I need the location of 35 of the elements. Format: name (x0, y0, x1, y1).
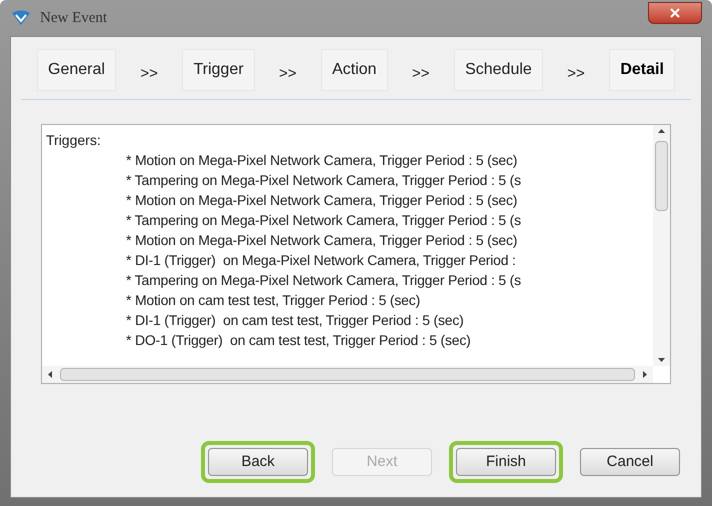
trigger-line: * Tampering on Mega-Pixel Network Camera, Trigger Period : 5 (s (126, 171, 521, 190)
dialog-button[interactable]: Back (208, 448, 308, 476)
app-logo-icon (10, 9, 32, 27)
scroll-right-icon (643, 371, 647, 378)
trigger-line: * Tampering on Mega-Pixel Network Camera, Trigger Period : 5 (s (126, 211, 521, 230)
wizard-step[interactable]: Detail (609, 49, 675, 91)
step-separator: >> (140, 64, 158, 84)
wizard-step[interactable]: General (37, 49, 116, 91)
step-separator: >> (279, 64, 297, 84)
trigger-line: * DI-1 (Trigger) on Mega-Pixel Network Camera, Trigger Period : (126, 251, 516, 270)
scroll-thumb[interactable] (60, 368, 635, 381)
vertical-scrollbar[interactable] (653, 125, 670, 366)
trigger-line: * Motion on Mega-Pixel Network Camera, Trigger Period : 5 (sec) (126, 151, 518, 170)
horizontal-scrollbar[interactable] (42, 366, 653, 383)
trigger-line: * DO-1 (Trigger) on cam test test, Trigger Period : 5 (sec) (126, 331, 471, 350)
step-separator: >> (567, 64, 585, 84)
close-button[interactable] (648, 2, 702, 24)
details-heading: Triggers: (46, 131, 101, 150)
scroll-down-icon (658, 358, 665, 362)
wizard-step[interactable]: Action (321, 49, 388, 91)
scroll-thumb[interactable] (655, 141, 668, 211)
dialog-button[interactable]: Finish (456, 448, 556, 476)
trigger-line: * Motion on Mega-Pixel Network Camera, Trigger Period : 5 (sec) (126, 191, 518, 210)
dialog-button[interactable]: Cancel (580, 448, 680, 476)
close-icon (670, 8, 680, 18)
wizard-step[interactable]: Schedule (454, 49, 543, 91)
wizard-step[interactable]: Trigger (182, 49, 255, 91)
trigger-line: * Motion on cam test test, Trigger Period : 5 (sec) (126, 291, 420, 310)
trigger-line: * Motion on Mega-Pixel Network Camera, Trigger Period : 5 (sec) (126, 231, 518, 250)
scroll-up-icon (658, 129, 665, 133)
window-title: New Event (40, 8, 108, 28)
step-separator: >> (412, 64, 430, 84)
scroll-left-icon (48, 371, 52, 378)
trigger-line: * Tampering on Mega-Pixel Network Camera, Trigger Period : 5 (s (126, 271, 521, 290)
trigger-line: * DI-1 (Trigger) on cam test test, Trigger Period : 5 (sec) (126, 311, 464, 330)
